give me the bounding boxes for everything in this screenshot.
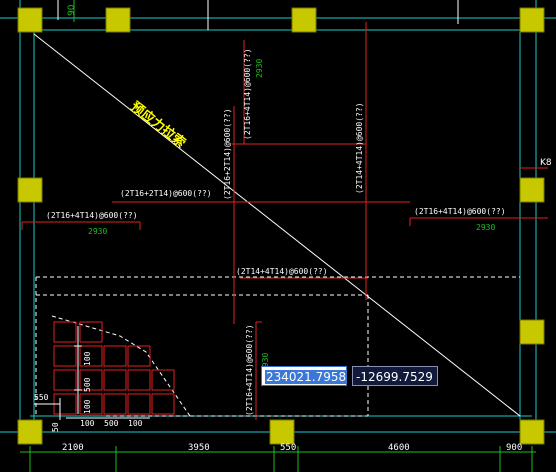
coordinate-y-value: -12699.7529 [356, 370, 433, 384]
grid-cell [79, 321, 103, 343]
coordinate-x-input[interactable]: 234021.7958 [261, 366, 348, 386]
span-label-left: 2930 [88, 227, 107, 236]
grid-cell [127, 393, 151, 415]
column-right-mid [519, 177, 545, 203]
rebar-label-h-right: (2T16+4T14)@600(??) [414, 207, 506, 216]
column-right-lower [519, 319, 545, 345]
dim-label-4600: 4600 [388, 443, 410, 453]
grid-cell [151, 369, 175, 391]
column-left-mid [17, 177, 43, 203]
column-bottom-left [17, 419, 43, 445]
rebar-label-h-left: (2T16+4T14)@600(??) [46, 211, 138, 220]
grid-cell [127, 345, 151, 367]
grid-cell [53, 345, 77, 367]
column-top-2 [105, 7, 131, 33]
dim-label-550: 550 [280, 443, 296, 453]
grid-cell [127, 369, 151, 391]
opening-rebar-grid [53, 321, 175, 415]
span-label-top: 2930 [255, 59, 264, 78]
grid-cell [103, 393, 127, 415]
grid-cell [151, 393, 175, 415]
n90-label: 90 [67, 4, 77, 16]
rebar-label-h-mid: (2T14+4T14)@600(??) [236, 267, 328, 276]
column-top-3 [291, 7, 317, 33]
column-bottom-mid [269, 419, 295, 445]
dim-label-3950: 3950 [188, 443, 210, 453]
column-top-left [17, 7, 43, 33]
grid-label-r50: 50 [51, 422, 60, 432]
grid-cell [53, 369, 77, 391]
rebar-label-v1: (2T16+4T14)@600(??) [243, 48, 252, 140]
rebar-label-v4: (2T16+4T14)@600(??) [245, 324, 254, 416]
grid-label-r550: 550 [34, 393, 49, 402]
grid-label-b100a: 100 [80, 419, 95, 428]
grid-label-c100a: 100 [83, 351, 92, 366]
k8-label-right: K8 [540, 158, 552, 168]
dim-label-2100: 2100 [62, 443, 84, 453]
rebar-label-h-top: (2T16+2T14)@600(??) [120, 189, 212, 198]
coordinate-y-input[interactable]: -12699.7529 [352, 366, 438, 386]
grid-cell [53, 321, 77, 343]
prestressed-cable-line [33, 33, 521, 417]
grid-label-c500: 500 [83, 377, 92, 392]
coordinate-x-value: 234021.7958 [265, 370, 348, 384]
dim-label-900: 900 [506, 443, 522, 453]
column-top-right [519, 7, 545, 33]
prestressed-cable-label: 预应力拉索 [128, 99, 189, 152]
span-label-right: 2930 [476, 223, 495, 232]
grid-label-b500: 500 [104, 419, 119, 428]
grid-cell [103, 369, 127, 391]
column-bottom-right [519, 419, 545, 445]
grid-cell [103, 345, 127, 367]
grid-label-c100b: 100 [83, 399, 92, 414]
grid-label-b100b: 100 [128, 419, 143, 428]
rebar-label-v2: (2T16+2T14)@600(??) [223, 108, 232, 200]
rebar-label-v3: (2T14+4T14)@600(??) [355, 102, 364, 194]
cad-drawing-canvas[interactable]: K8 90 K8 预应力拉索 (2T16+2T14)@600(??) (2T16… [0, 0, 556, 472]
